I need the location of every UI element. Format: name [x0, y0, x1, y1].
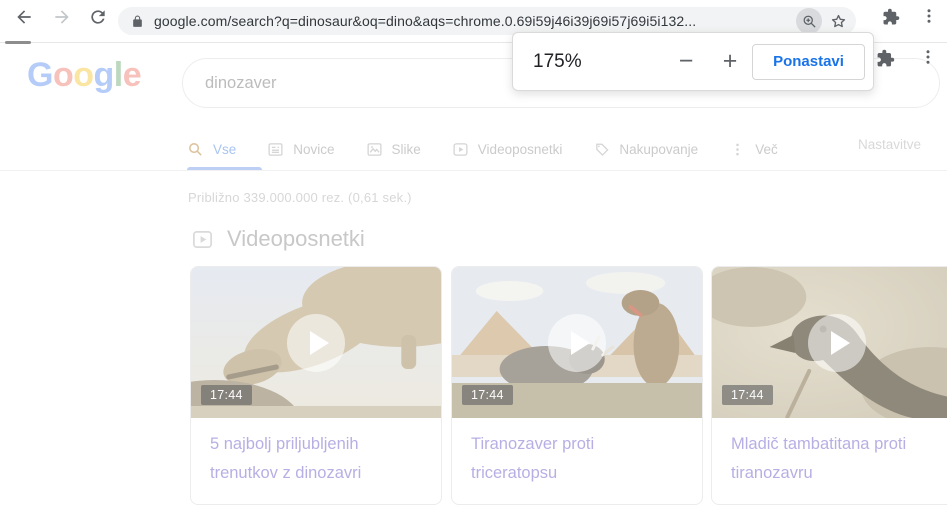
logo-letter: g — [93, 56, 115, 94]
tab-all[interactable]: Vse — [187, 141, 236, 158]
video-card[interactable]: 17:44 5 najbolj priljubljenih trenutkov … — [190, 266, 442, 505]
logo-letter: o — [73, 56, 94, 94]
video-thumbnail[interactable]: 17:44 — [712, 267, 947, 418]
address-bar[interactable]: google.com/search?q=dinosaur&oq=dino&aqs… — [118, 7, 856, 35]
tabs-divider — [0, 170, 947, 171]
tab-label: Novice — [293, 141, 335, 157]
videos-section-title: Videoposnetki — [227, 226, 365, 251]
video-thumbnail[interactable]: 17:44 — [191, 267, 441, 418]
tab-shopping[interactable]: Nakupovanje — [593, 141, 698, 158]
lock-icon — [133, 15, 142, 27]
browser-menu-icon[interactable] — [920, 7, 938, 27]
tab-label: Slike — [391, 141, 421, 157]
video-duration-badge: 17:44 — [462, 385, 513, 405]
play-triangle-icon — [830, 330, 850, 355]
bookmark-star-icon[interactable] — [829, 12, 848, 31]
play-triangle-icon — [309, 330, 329, 355]
refresh-icon[interactable] — [88, 7, 108, 27]
video-card[interactable]: 17:44 Tiranozaver proti triceratopsu — [451, 266, 703, 505]
play-button-overlay[interactable] — [808, 313, 866, 372]
extensions-icon-secondary[interactable] — [876, 49, 895, 68]
extensions-icon[interactable] — [882, 8, 900, 26]
zoom-out-button[interactable]: − — [664, 49, 708, 74]
divider-accent-dash — [5, 41, 31, 44]
logo-letter: e — [122, 56, 142, 94]
url-text: google.com/search?q=dinosaur&oq=dino&aqs… — [154, 13, 697, 29]
video-icon — [453, 142, 468, 156]
zoom-reset-button[interactable]: Ponastavi — [752, 43, 865, 80]
videos-section-header: Videoposnetki — [191, 226, 365, 252]
zoom-indicator-icon[interactable] — [796, 8, 822, 34]
zoom-in-button[interactable]: + — [708, 49, 752, 74]
video-card[interactable]: 17:44 Mladič tambatitana proti tiranozav… — [711, 266, 947, 505]
tab-label: Več — [755, 141, 778, 157]
zoom-popup: 175% − + Ponastavi — [512, 32, 874, 91]
logo-letter: l — [113, 56, 123, 94]
tab-videos[interactable]: Videoposnetki — [452, 141, 563, 158]
video-duration-badge: 17:44 — [201, 385, 252, 405]
tab-news[interactable]: Novice — [267, 141, 335, 158]
browser-window: google.com/search?q=dinosaur&oq=dino&aqs… — [0, 0, 947, 531]
video-title-link[interactable]: Mladič tambatitana proti tiranozavru — [712, 418, 947, 488]
zoom-level-value: 175% — [533, 50, 582, 72]
result-stats: Približno 339.000.000 rez. (0,61 sek.) — [188, 190, 412, 205]
price-tag-icon — [596, 143, 609, 156]
play-triangle-icon — [570, 330, 590, 355]
tab-label: Videoposnetki — [477, 141, 563, 157]
search-tabs: Vse Novice Slike Videoposnetki Nakupovan… — [187, 131, 778, 167]
google-logo[interactable]: Google — [27, 56, 142, 95]
video-thumbnail[interactable]: 17:44 — [452, 267, 702, 418]
tab-images[interactable]: Slike — [366, 141, 421, 158]
video-duration-badge: 17:44 — [722, 385, 773, 405]
tab-label: Nakupovanje — [619, 141, 699, 157]
video-title-link[interactable]: 5 najbolj priljubljenih trenutkov z dino… — [191, 418, 441, 488]
tab-more[interactable]: Več — [729, 141, 778, 158]
search-query-text: dinozaver — [205, 73, 277, 92]
play-button-overlay[interactable] — [548, 313, 606, 372]
play-box-icon — [193, 230, 212, 248]
logo-letter: G — [27, 56, 53, 94]
logo-letter: o — [52, 56, 74, 94]
back-icon[interactable] — [14, 7, 34, 27]
menu-icon-secondary[interactable] — [919, 48, 937, 69]
settings-link[interactable]: Nastavitve — [858, 137, 921, 152]
image-icon — [367, 142, 382, 156]
more-dots-icon — [736, 143, 739, 155]
search-icon — [189, 142, 202, 156]
forward-icon[interactable] — [52, 7, 72, 27]
play-button-overlay[interactable] — [287, 313, 345, 372]
tab-label: Vse — [213, 141, 237, 157]
newspaper-icon — [268, 142, 283, 156]
video-title-link[interactable]: Tiranozaver proti triceratopsu — [452, 418, 702, 488]
